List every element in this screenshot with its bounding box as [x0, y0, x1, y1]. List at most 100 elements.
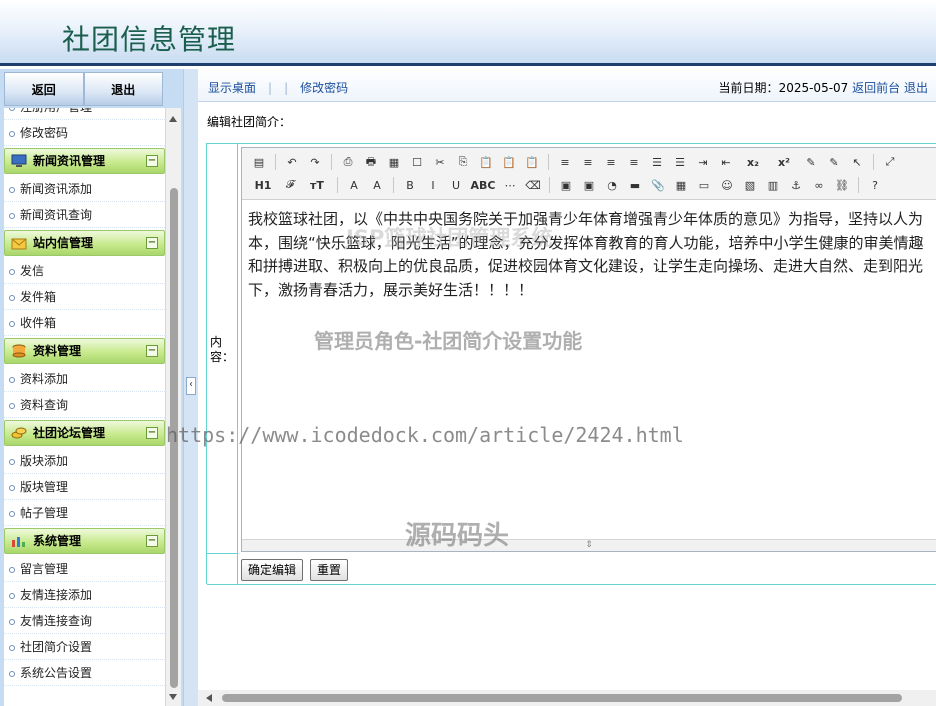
sidebar-item-outbox[interactable]: 发件箱 — [4, 284, 165, 310]
sidebar-scrollbar[interactable] — [166, 108, 181, 706]
toolbar-button-icon[interactable]: ☰ — [648, 153, 666, 171]
toolbar-button-icon[interactable]: ⌫ — [524, 176, 542, 194]
toolbar-button-icon[interactable]: x² — [771, 153, 797, 171]
toolbar-button-icon[interactable]: ↶ — [283, 153, 301, 171]
toolbar-button-icon[interactable]: ✎ — [825, 153, 843, 171]
toolbar-button-icon[interactable]: ▭ — [695, 176, 713, 194]
toolbar-button-icon[interactable]: ⚓ — [787, 176, 805, 194]
menu-group-system[interactable]: 系统管理 − — [4, 528, 165, 554]
toolbar-button-icon[interactable]: 📋 — [500, 153, 518, 171]
rich-text-editor[interactable]: ▤ ↶ ↷ ⎙ 🖶 ▦ ☐ ✂ ⎘ 📋 📋 📋 ≡ ≡ ≡ ≡ ☰ ☰ ⇥ ⇤ x₂ x² ✎ ✎ ↖ ⤢ H1 𝓕тT A A B I U A… — [241, 147, 936, 552]
toolbar-button-icon[interactable]: ◔ — [603, 176, 621, 194]
topbar-logout-link[interactable]: 退出 — [904, 81, 928, 95]
change-password-link[interactable]: 修改密码 — [300, 81, 348, 95]
toolbar-button-icon[interactable]: ≡ — [625, 153, 643, 171]
menu-group-forum[interactable]: 社团论坛管理 − — [4, 420, 165, 446]
toolbar-button-icon[interactable]: ⤢ — [881, 153, 899, 171]
toolbar-button-icon[interactable]: ▥ — [764, 176, 782, 194]
toolbar-button-icon[interactable]: ☺ — [718, 176, 736, 194]
toolbar-button-icon[interactable]: ▬ — [626, 176, 644, 194]
toolbar-button-icon[interactable]: ▦ — [385, 153, 403, 171]
sidebar-item-register-users[interactable]: 注册用户管理 — [4, 108, 165, 120]
toolbar-button-icon[interactable]: 𝓕 — [281, 176, 299, 194]
sidebar-item-change-password[interactable]: 修改密码 — [4, 120, 165, 146]
toolbar-button-icon[interactable]: A — [345, 176, 363, 194]
sidebar-item-link-add[interactable]: 友情连接添加 — [4, 582, 165, 608]
toolbar-button-icon[interactable]: ✎ — [802, 153, 820, 171]
menu-group-messages[interactable]: 站内信管理 − — [4, 230, 165, 256]
submit-button[interactable]: 确定编辑 — [241, 559, 304, 581]
back-to-front-link[interactable]: 返回前台 — [852, 81, 900, 95]
toolbar-button-icon[interactable]: I — [424, 176, 442, 194]
scrollbar-thumb[interactable] — [222, 694, 902, 702]
monitor-icon — [11, 154, 27, 167]
toolbar-button-icon[interactable]: ↖ — [848, 153, 866, 171]
editor-resize-handle[interactable]: ⇕ — [242, 539, 936, 551]
sidebar-item-announcement[interactable]: 系统公告设置 — [4, 660, 165, 686]
toolbar-button-icon[interactable]: ☐ — [408, 153, 426, 171]
toolbar-button-icon[interactable]: ⇥ — [694, 153, 712, 171]
reset-button[interactable]: 重置 — [310, 559, 349, 581]
collapse-sidebar-icon[interactable]: ‹ — [186, 377, 196, 395]
sidebar-item-inbox[interactable]: 收件箱 — [4, 310, 165, 336]
sidebar-item-guestbook[interactable]: 留言管理 — [4, 556, 165, 582]
sidebar-item-board-add[interactable]: 版块添加 — [4, 448, 165, 474]
toolbar-button-icon[interactable]: x₂ — [740, 153, 766, 171]
toolbar-button-icon[interactable]: ⎘ — [454, 153, 472, 171]
toolbar-button-icon[interactable]: ▣ — [557, 176, 575, 194]
scroll-down-icon[interactable] — [169, 694, 177, 700]
sidebar-item-news-add[interactable]: 新闻资讯添加 — [4, 176, 165, 202]
toolbar-button-icon[interactable]: H1 — [250, 176, 276, 194]
editor-content[interactable]: 我校篮球社团，以《中共中央国务院关于加强青少年体育增强青少年体质的意见》为指导，… — [248, 208, 936, 302]
toolbar-button-icon[interactable]: ↷ — [306, 153, 324, 171]
toolbar-button-icon[interactable]: ⎙ — [339, 153, 357, 171]
toolbar-button-icon[interactable]: ✂ — [431, 153, 449, 171]
scrollbar-thumb[interactable] — [170, 188, 178, 688]
collapse-icon[interactable]: − — [146, 535, 158, 547]
scroll-left-icon[interactable] — [206, 694, 212, 702]
toolbar-button-icon[interactable]: ▧ — [741, 176, 759, 194]
toolbar-button-icon[interactable]: ▣ — [580, 176, 598, 194]
toolbar-button-icon[interactable]: B — [401, 176, 419, 194]
main-horizontal-scrollbar[interactable] — [198, 690, 936, 706]
sidebar-item-news-query[interactable]: 新闻资讯查询 — [4, 202, 165, 228]
scroll-up-icon[interactable] — [169, 116, 177, 122]
sidebar-item-board-manage[interactable]: 版块管理 — [4, 474, 165, 500]
toolbar-button-icon[interactable]: ⋯ — [501, 176, 519, 194]
collapse-icon[interactable]: − — [146, 237, 158, 249]
collapse-icon[interactable]: − — [146, 155, 158, 167]
toolbar-button-icon[interactable]: 📋 — [523, 153, 541, 171]
logout-button[interactable]: 退出 — [83, 72, 163, 106]
toolbar-button-icon[interactable]: 🖶 — [362, 153, 380, 171]
collapse-icon[interactable]: − — [146, 345, 158, 357]
back-button[interactable]: 返回 — [4, 72, 84, 106]
sidebar-item-club-intro[interactable]: 社团简介设置 — [4, 634, 165, 660]
collapse-icon[interactable]: − — [146, 427, 158, 439]
current-date: 2025-05-07 — [778, 81, 849, 95]
toolbar-button-icon[interactable]: A — [368, 176, 386, 194]
sidebar-item-link-query[interactable]: 友情连接查询 — [4, 608, 165, 634]
toolbar-button-icon[interactable]: ≡ — [556, 153, 574, 171]
sidebar-item-material-add[interactable]: 资料添加 — [4, 366, 165, 392]
toolbar-button-icon[interactable]: ∞ — [810, 176, 828, 194]
content-label: 内容： — [210, 335, 235, 364]
toolbar-button-icon[interactable]: ⛓ — [833, 176, 851, 194]
toolbar-button-icon[interactable]: 📎 — [649, 176, 667, 194]
menu-group-news[interactable]: 新闻资讯管理 − — [4, 148, 165, 174]
toolbar-button-icon[interactable]: ≡ — [602, 153, 620, 171]
menu-group-materials[interactable]: 资料管理 − — [4, 338, 165, 364]
toolbar-button-icon[interactable]: ABC — [470, 176, 496, 194]
toolbar-button-icon[interactable]: ☰ — [671, 153, 689, 171]
toolbar-button-icon[interactable]: 📋 — [477, 153, 495, 171]
show-desktop-link[interactable]: 显示桌面 — [208, 81, 256, 95]
toolbar-button-icon[interactable]: тT — [304, 176, 330, 194]
toolbar-button-icon[interactable]: ? — [866, 176, 884, 194]
toolbar-button-icon[interactable]: ≡ — [579, 153, 597, 171]
sidebar-item-post-manage[interactable]: 帖子管理 — [4, 500, 165, 526]
toolbar-button-icon[interactable]: ⇤ — [717, 153, 735, 171]
sidebar-item-material-query[interactable]: 资料查询 — [4, 392, 165, 418]
toolbar-button-icon[interactable]: ▤ — [250, 153, 268, 171]
toolbar-button-icon[interactable]: U — [447, 176, 465, 194]
sidebar-item-send-mail[interactable]: 发信 — [4, 258, 165, 284]
toolbar-button-icon[interactable]: ▦ — [672, 176, 690, 194]
